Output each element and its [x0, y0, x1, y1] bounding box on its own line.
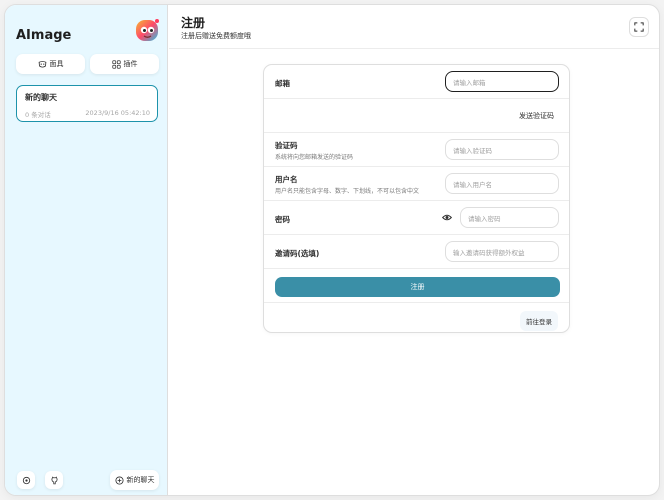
send-code-row: 发送验证码: [264, 99, 569, 133]
app-window: AImage 面具 插件 新的聊天 0 条对话 2023/9/16 05:42:…: [4, 4, 660, 496]
chat-message-count: 0 条对话: [25, 111, 51, 119]
username-input[interactable]: 请输入用户名: [445, 173, 559, 194]
new-chat-label: 新的聊天: [126, 476, 155, 484]
code-label: 验证码: [275, 141, 298, 150]
email-row: 邮箱 请输入邮箱: [264, 65, 569, 99]
plugin-button-label: 插件: [123, 60, 138, 68]
new-chat-button[interactable]: 新的聊天: [110, 470, 159, 490]
password-input[interactable]: 请输入密码: [460, 207, 559, 228]
password-label: 密码: [275, 215, 290, 224]
main-area: 注册 注册后赠送免费额度哦 邮箱 请输入邮箱 发送验证码 验证码 系统将向您邮箱…: [169, 5, 659, 495]
settings-button[interactable]: [17, 471, 35, 489]
page-title: 注册: [181, 16, 206, 30]
username-row: 用户名 用户名只能包含字母、数字、下划线，不可以包含中文 请输入用户名: [264, 167, 569, 201]
eye-icon[interactable]: [442, 213, 452, 222]
github-button[interactable]: [45, 471, 63, 489]
code-input[interactable]: 请输入验证码: [445, 139, 559, 160]
settings-icon: [22, 476, 30, 484]
register-button[interactable]: 注册: [275, 277, 560, 297]
chat-title: 新的聊天: [25, 93, 57, 102]
page-subtitle: 注册后赠送免费额度哦: [181, 32, 251, 40]
password-row: 密码 请输入密码: [264, 201, 569, 235]
invite-input[interactable]: 输入邀请码获得额外权益: [445, 241, 559, 262]
invite-row: 邀请码(选填) 输入邀请码获得额外权益: [264, 235, 569, 269]
app-title: AImage: [16, 28, 72, 43]
fullscreen-button[interactable]: [629, 17, 649, 37]
plugin-icon: [111, 59, 121, 69]
username-desc: 用户名只能包含字母、数字、下划线，不可以包含中文: [275, 188, 420, 195]
mask-icon: [38, 60, 46, 68]
email-label: 邮箱: [275, 79, 290, 88]
send-code-button[interactable]: 发送验证码: [519, 111, 554, 121]
github-icon: [51, 476, 57, 484]
code-desc: 系统将向您邮箱发送的验证码: [275, 154, 354, 161]
add-icon: [114, 475, 124, 485]
go-login-button[interactable]: 前往登录: [520, 311, 558, 331]
code-row: 验证码 系统将向您邮箱发送的验证码 请输入验证码: [264, 133, 569, 167]
plugin-button[interactable]: 插件: [90, 54, 159, 74]
chat-list-item[interactable]: 新的聊天 0 条对话 2023/9/16 05:42:10: [16, 85, 158, 122]
register-form: 邮箱 请输入邮箱 发送验证码 验证码 系统将向您邮箱发送的验证码 请输入验证码 …: [263, 64, 570, 333]
invite-label: 邀请码(选填): [275, 249, 320, 258]
mask-button[interactable]: 面具: [16, 54, 85, 74]
sidebar: AImage 面具 插件 新的聊天 0 条对话 2023/9/16 05:42:…: [5, 5, 168, 495]
logo-icon: [136, 19, 159, 41]
email-input[interactable]: 请输入邮箱: [445, 71, 559, 92]
username-label: 用户名: [275, 175, 298, 184]
chat-timestamp: 2023/9/16 05:42:10: [85, 109, 150, 117]
mask-button-label: 面具: [49, 60, 64, 68]
fullscreen-icon: [634, 22, 644, 32]
header: 注册 注册后赠送免费额度哦: [169, 5, 659, 49]
